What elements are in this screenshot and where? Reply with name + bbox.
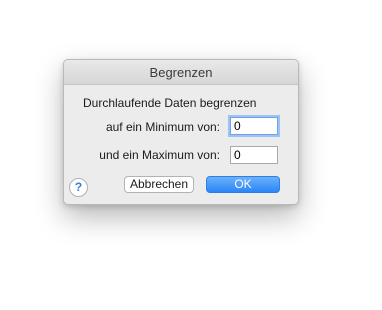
ok-button[interactable]: OK — [206, 176, 280, 193]
minimum-field[interactable] — [230, 117, 278, 135]
cancel-button[interactable]: Abbrechen — [124, 176, 194, 193]
maximum-label: und ein Maximum von: — [99, 148, 220, 162]
maximum-field[interactable] — [230, 146, 278, 164]
limit-dialog: Begrenzen Durchlaufende Daten begrenzen … — [63, 59, 299, 205]
dialog-title: Begrenzen — [64, 60, 298, 85]
minimum-label: auf ein Minimum von: — [105, 120, 220, 134]
dialog-heading: Durchlaufende Daten begrenzen — [83, 96, 257, 110]
help-icon[interactable]: ? — [69, 178, 88, 197]
